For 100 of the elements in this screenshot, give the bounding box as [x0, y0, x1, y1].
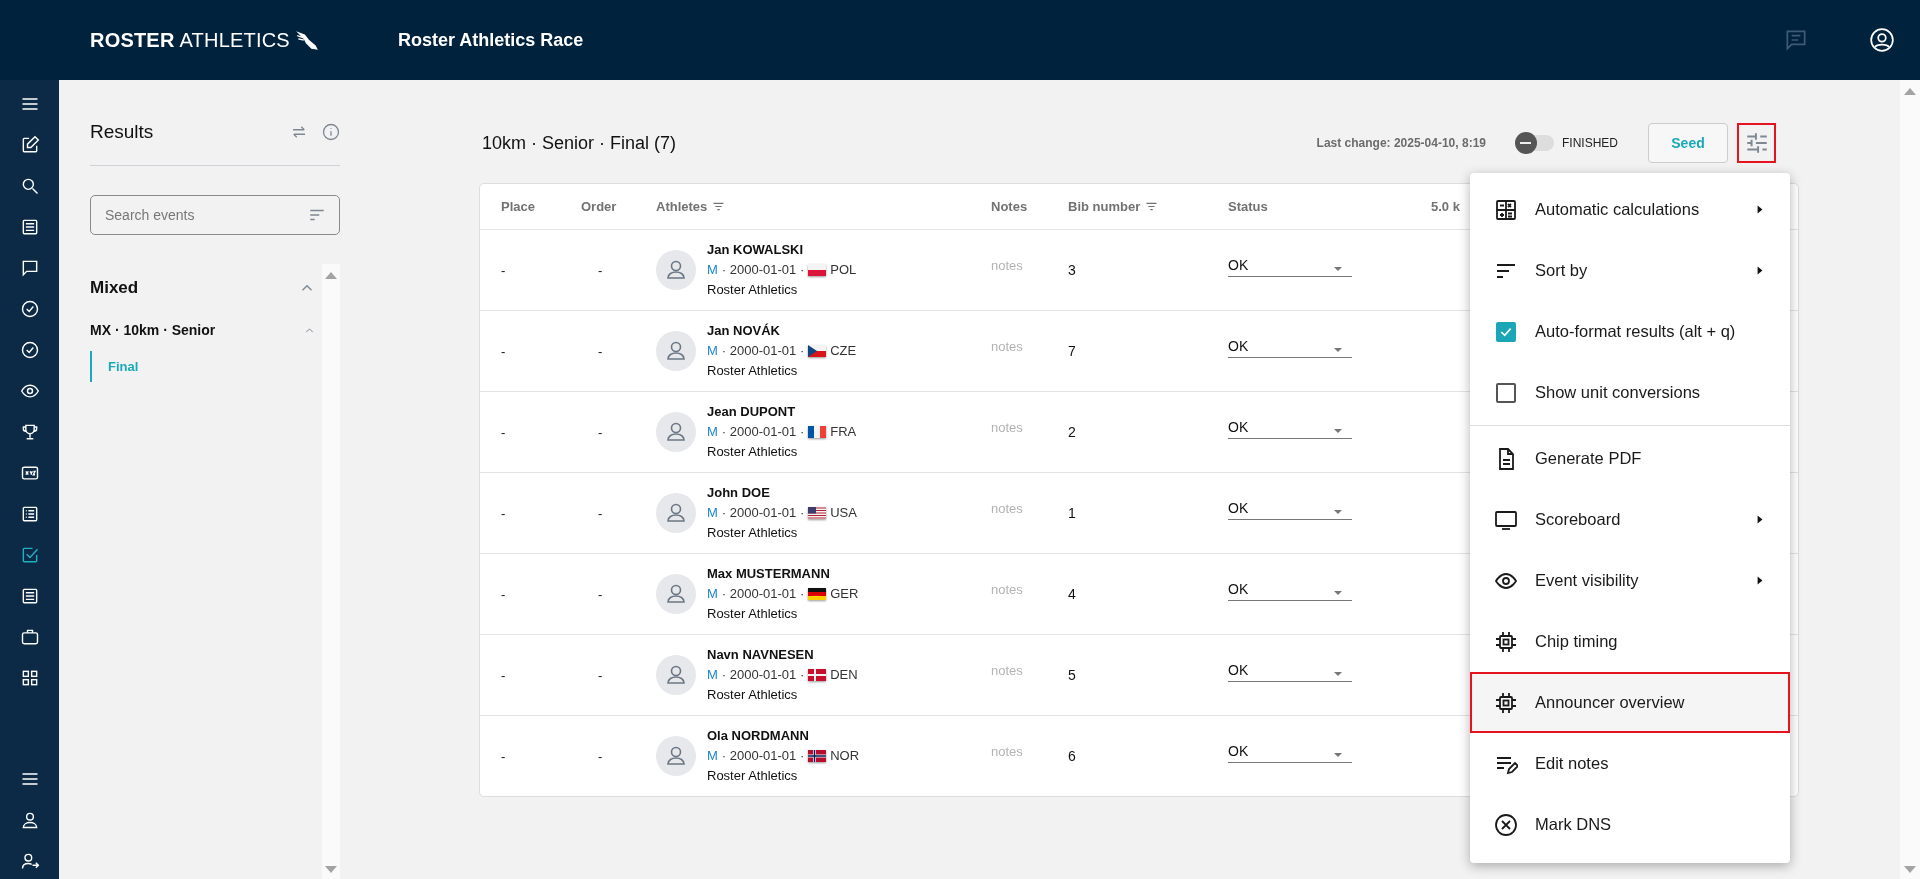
avatar-icon: [656, 736, 696, 776]
calculator-icon: [1494, 197, 1518, 222]
avatar-icon: [656, 331, 696, 371]
gender-label: M: [707, 585, 718, 603]
avatar-icon: [656, 412, 696, 452]
menu-item[interactable]: Event visibility: [1470, 550, 1790, 611]
briefcase-icon[interactable]: [19, 627, 40, 647]
tag-icon[interactable]: [19, 463, 40, 483]
column-header[interactable]: Notes: [991, 199, 1028, 214]
info-icon[interactable]: [322, 122, 340, 141]
menu-item[interactable]: Mark DNS: [1470, 794, 1790, 855]
avatar-icon: [656, 493, 696, 533]
athlete-name[interactable]: John DOE: [707, 483, 857, 503]
bib-number: 2: [1068, 424, 1076, 440]
menu-item[interactable]: Chip timing: [1470, 611, 1790, 672]
menu-item[interactable]: Auto-format results (alt + q): [1470, 301, 1790, 362]
menu-item[interactable]: Scoreboard: [1470, 489, 1790, 550]
country-code: GER: [830, 585, 859, 603]
place-cell: -: [501, 667, 506, 683]
avatar-icon: [656, 655, 696, 695]
bib-number: 4: [1068, 586, 1076, 602]
gender-label: M: [707, 423, 718, 441]
finished-toggle[interactable]: FINISHED: [1518, 135, 1618, 151]
search-field[interactable]: Search events: [90, 195, 340, 235]
column-header[interactable]: Order: [581, 199, 617, 214]
menu-item[interactable]: Sort by: [1470, 240, 1790, 301]
birth-date: · 2000-01-01 ·: [721, 747, 805, 765]
bib-number: 6: [1068, 748, 1076, 764]
flag-icon: [808, 507, 827, 519]
event-title: 10km · Senior · Final (7): [482, 132, 677, 154]
check-circle-icon[interactable]: [19, 299, 40, 319]
athlete-name[interactable]: Jean DUPONT: [707, 402, 857, 422]
order-cell: -: [598, 748, 603, 764]
settings-button[interactable]: [1737, 123, 1776, 163]
page-scrollbar[interactable]: [1900, 80, 1920, 879]
birth-date: · 2000-01-01 ·: [721, 342, 805, 360]
check-circle-icon[interactable]: [19, 340, 40, 360]
event-heading[interactable]: MX · 10km · Senior: [90, 322, 216, 338]
club-name: Roster Athletics: [707, 443, 799, 461]
place-cell: -: [501, 262, 506, 278]
status-select[interactable]: OK: [1228, 500, 1352, 520]
athlete-name[interactable]: Jan NOVÁK: [707, 321, 857, 341]
column-header[interactable]: Place: [501, 199, 535, 214]
status-select[interactable]: OK: [1228, 257, 1352, 277]
group-heading[interactable]: Mixed: [90, 278, 139, 298]
column-header[interactable]: 5.0 k: [1431, 199, 1460, 214]
status-select[interactable]: OK: [1228, 662, 1352, 682]
club-name: Roster Athletics: [707, 605, 799, 623]
account-icon[interactable]: [1869, 27, 1895, 53]
gender-label: M: [707, 747, 718, 765]
birth-date: · 2000-01-01 ·: [721, 504, 805, 522]
submenu-arrow-icon: [1756, 204, 1764, 215]
status-select[interactable]: OK: [1228, 581, 1352, 601]
athlete-name[interactable]: Ola NORDMANN: [707, 726, 860, 746]
checkbox[interactable]: [1496, 321, 1516, 342]
scrollbar[interactable]: [322, 264, 340, 879]
last-change-text: Last change: 2025-04-10, 8:19: [1316, 136, 1486, 150]
bib-number: 7: [1068, 343, 1076, 359]
gender-label: M: [707, 504, 718, 522]
order-cell: -: [598, 262, 603, 278]
order-cell: -: [598, 343, 603, 359]
club-name: Roster Athletics: [707, 524, 799, 542]
chip-icon: [1494, 629, 1518, 654]
avatar-icon: [656, 250, 696, 290]
status-select[interactable]: OK: [1228, 743, 1352, 763]
status-select[interactable]: OK: [1228, 338, 1352, 358]
athlete-name[interactable]: Max MUSTERMANN: [707, 564, 859, 584]
checkbox[interactable]: [1496, 382, 1516, 403]
place-cell: -: [501, 505, 506, 521]
status-select[interactable]: OK: [1228, 419, 1352, 439]
country-code: CZE: [830, 342, 857, 360]
submenu-arrow-icon: [1756, 265, 1764, 276]
athlete-name[interactable]: Jan KOWALSKI: [707, 240, 857, 260]
order-cell: -: [598, 424, 603, 440]
panel-title: Results: [90, 120, 155, 143]
column-header[interactable]: Bib number: [1068, 199, 1141, 214]
birth-date: · 2000-01-01 ·: [721, 585, 805, 603]
athlete-name[interactable]: Navn NAVNESEN: [707, 645, 858, 665]
menu-item[interactable]: Show unit conversions: [1470, 362, 1790, 423]
submenu-arrow-icon: [1756, 514, 1764, 525]
club-name: Roster Athletics: [707, 767, 799, 785]
person-arrow-icon[interactable]: [19, 851, 40, 871]
gender-label: M: [707, 342, 718, 360]
menu-item[interactable]: Automatic calculations: [1470, 179, 1790, 240]
column-header[interactable]: Athletes: [656, 199, 708, 214]
column-header[interactable]: Status: [1228, 199, 1268, 214]
order-cell: -: [598, 667, 603, 683]
brand-logo[interactable]: ROSTER ATHLETICS: [90, 27, 320, 53]
menu-item[interactable]: Generate PDF: [1470, 428, 1790, 489]
menu-item[interactable]: Announcer overview: [1470, 672, 1790, 733]
close-circle-icon: [1494, 812, 1518, 837]
place-cell: -: [501, 343, 506, 359]
birth-date: · 2000-01-01 ·: [721, 423, 805, 441]
bib-number: 1: [1068, 505, 1076, 521]
menu-item[interactable]: Edit notes: [1470, 733, 1790, 794]
birth-date: · 2000-01-01 ·: [721, 666, 805, 684]
country-code: FRA: [830, 423, 857, 441]
bib-number: 3: [1068, 262, 1076, 278]
order-cell: -: [598, 505, 603, 521]
country-code: DEN: [830, 666, 858, 684]
